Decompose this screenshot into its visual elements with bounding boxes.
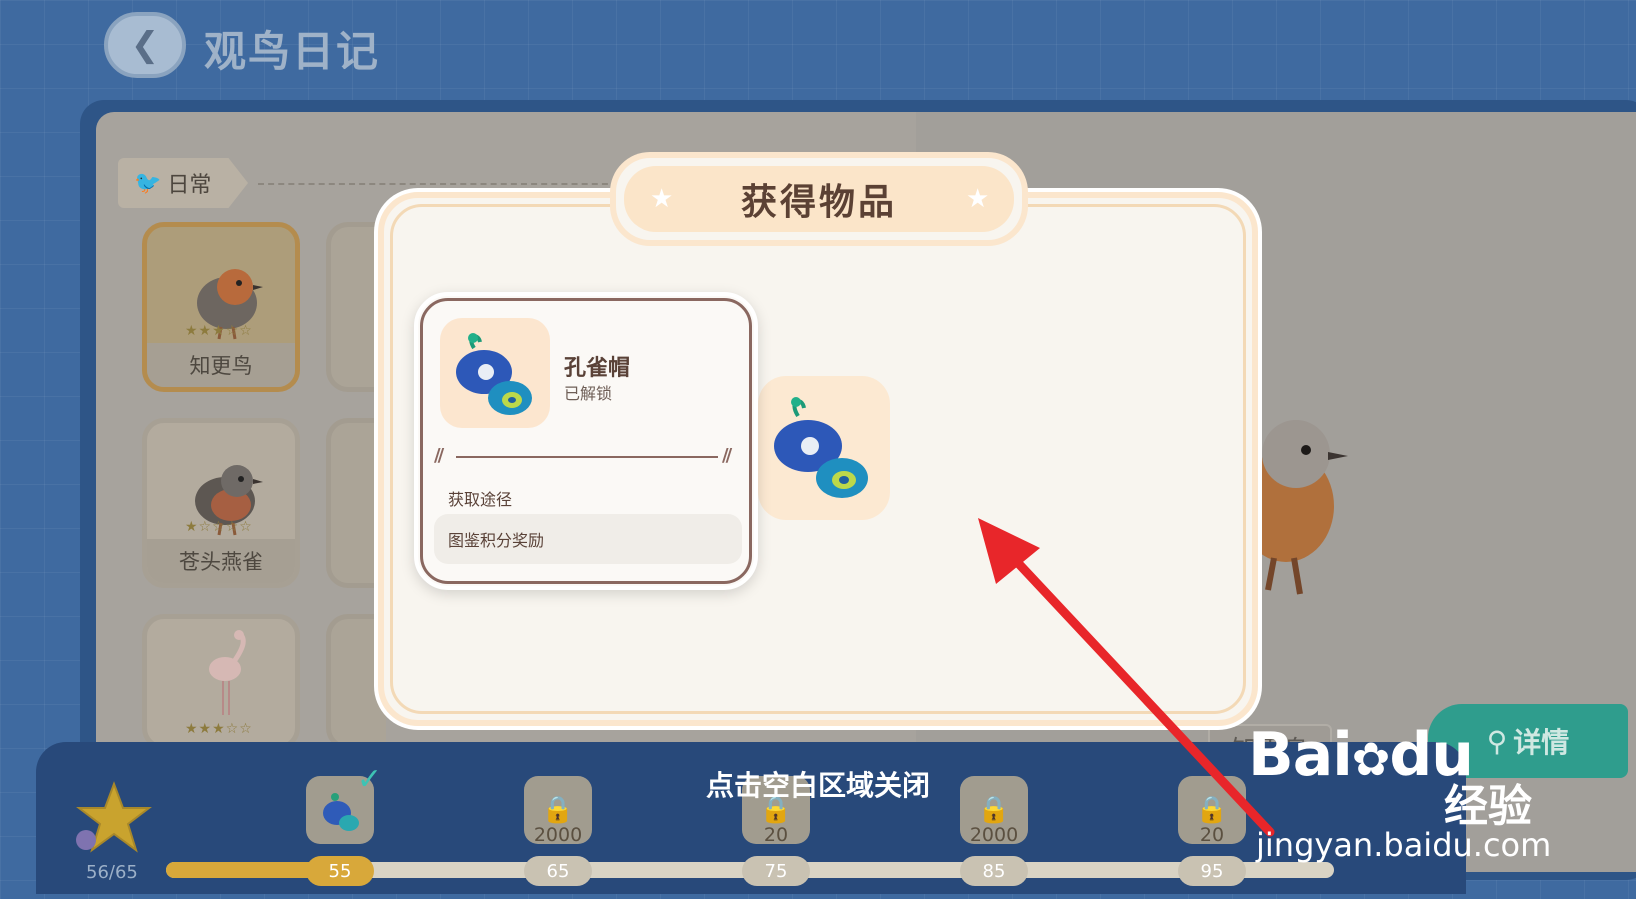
- watermark-brand: Bai: [1248, 720, 1353, 790]
- watermark-logo: Bai✿du: [1248, 720, 1474, 790]
- paw-icon: ✿: [1351, 732, 1391, 786]
- watermark-product: 经验: [1444, 781, 1532, 832]
- watermark-url: jingyan.baidu.com: [1256, 826, 1552, 864]
